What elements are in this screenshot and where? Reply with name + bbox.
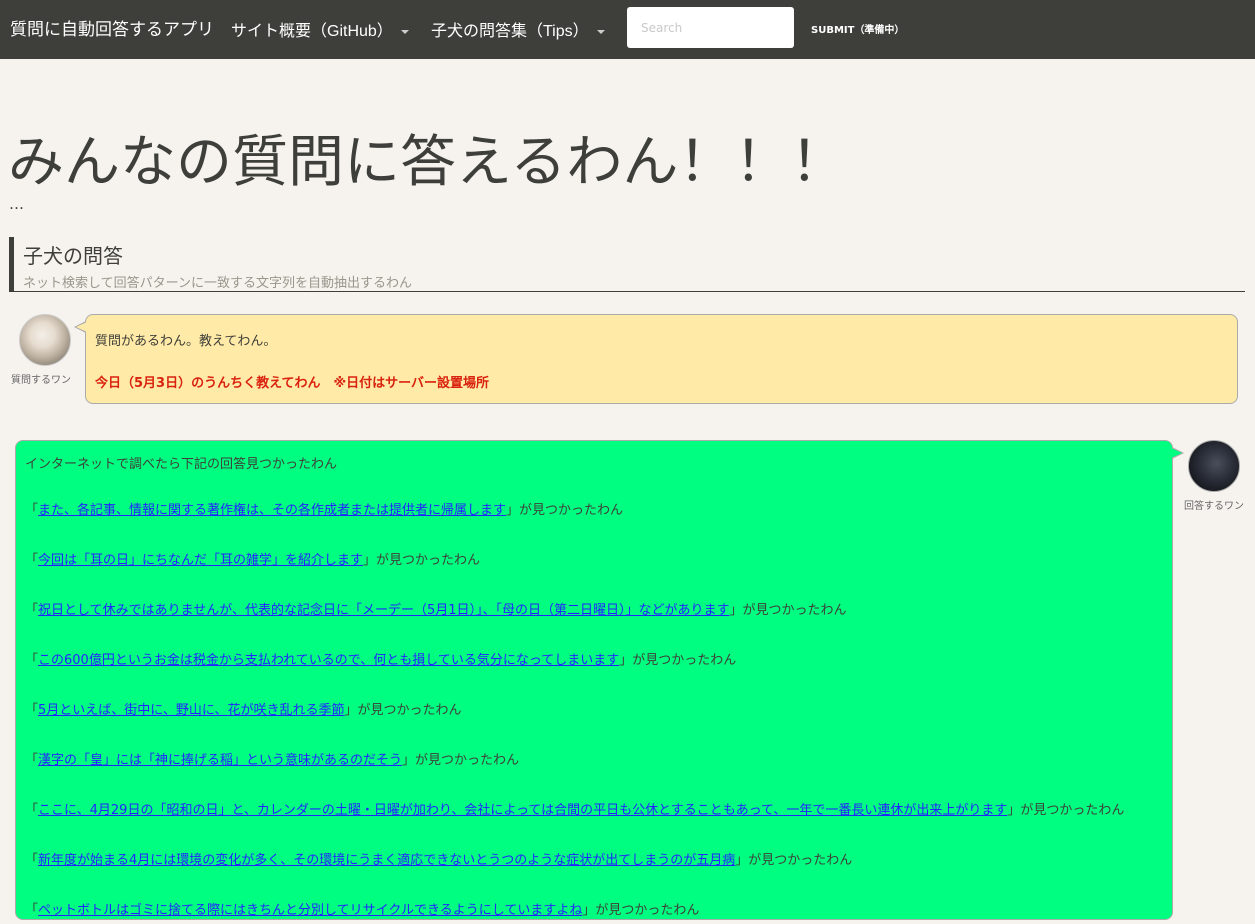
section-subtitle: ネット検索して回答パターンに一致する文字列を自動抽出するわん: [23, 276, 412, 291]
answer-suffix: 」が見つかったわん: [506, 503, 624, 518]
answer-suffix: 」が見つかったわん: [1007, 803, 1125, 818]
top-navbar: 質問に自動回答するアプリ サイト概要（GitHub） 子犬の問答集（Tips） …: [0, 0, 1255, 59]
nav-dropdown-tips[interactable]: 子犬の問答集（Tips）: [431, 17, 605, 41]
open-quote: 「: [25, 903, 39, 918]
answer-item: 「祝日として休みではありませんが、代表的な記念日に「メーデー（5月1日）」、「母…: [25, 598, 1163, 624]
answer-link[interactable]: 祝日として休みではありませんが、代表的な記念日に「メーデー（5月1日）」、「母の…: [38, 603, 730, 618]
question-topic: 今日（5月3日）のうんちく教えてわん ※日付はサーバー設置場所: [95, 376, 489, 391]
answer-link[interactable]: ペットボトルはゴミに捨てる際にはきちんと分別してリサイクルできるようにしています…: [38, 903, 582, 918]
answer-suffix: 」が見つかったわん: [363, 553, 481, 568]
section-title: 子犬の問答: [23, 244, 123, 268]
answer-item: 「新年度が始まる4月には環境の変化が多く、その環境にうまく適応できないとうつのよ…: [25, 848, 1163, 874]
question-bubble: 質問があるわん。教えてわん。 今日（5月3日）のうんちく教えてわん ※日付はサー…: [74, 314, 1238, 404]
answer-bubble: インターネットで調べたら下記の回答見つかったわん 「また、各記事、情報に関する著…: [15, 440, 1184, 920]
answer-item: 「また、各記事、情報に関する著作権は、その各作成者または提供者に帰属します」が見…: [25, 498, 1163, 524]
answer-link[interactable]: 今回は「耳の日」にちなんだ「耳の雑学」を紹介します: [38, 553, 363, 568]
open-quote: 「: [25, 603, 39, 618]
open-quote: 「: [25, 703, 39, 718]
answer-link[interactable]: ここに、4月29日の「昭和の日」と、カレンダーの土曜・日曜が加わり、会社によって…: [38, 803, 1007, 818]
nav-dropdown-site-overview[interactable]: サイト概要（GitHub）: [231, 17, 409, 41]
question-text: 質問があるわん。教えてわん。: [95, 334, 277, 349]
page-title: みんなの質問に答えるわん！！！: [8, 130, 847, 195]
section-header: 子犬の問答 ネット検索して回答パターンに一致する文字列を自動抽出するわん: [9, 237, 1245, 292]
answer-item: 「ペットボトルはゴミに捨てる際にはきちんと分別してリサイクルできるようにしていま…: [25, 898, 1163, 924]
answer-item: 「漢字の「皇」には「神に捧げる稲」という意味があるのだそう」が見つかったわん: [25, 748, 1163, 774]
submit-button[interactable]: SUBMIT（準備中）: [811, 21, 904, 36]
answer-suffix: 」が見つかったわん: [729, 603, 847, 618]
caret-down-icon: [596, 29, 605, 34]
answer-link[interactable]: この600億円というお金は税金から支払われているので、何とも損している気分になっ…: [38, 653, 619, 668]
questioner-label: 質問するワン: [11, 375, 71, 386]
answer-link[interactable]: 新年度が始まる4月には環境の変化が多く、その環境にうまく適応できないとうつのよう…: [38, 853, 735, 868]
answer-item: 「今回は「耳の日」にちなんだ「耳の雑学」を紹介します」が見つかったわん: [25, 548, 1163, 574]
caret-down-icon: [400, 29, 409, 34]
search-input[interactable]: [627, 7, 794, 48]
answer-suffix: 」が見つかったわん: [735, 853, 853, 868]
brand-link[interactable]: 質問に自動回答するアプリ: [10, 15, 214, 40]
answer-suffix: 」が見つかったわん: [402, 753, 520, 768]
answerer-avatar: [1188, 440, 1240, 492]
answer-suffix: 」が見つかったわん: [582, 903, 700, 918]
answer-link[interactable]: 漢字の「皇」には「神に捧げる稲」という意味があるのだそう: [38, 753, 402, 768]
answer-suffix: 」が見つかったわん: [619, 653, 737, 668]
open-quote: 「: [25, 803, 39, 818]
answer-intro: インターネットで調べたら下記の回答見つかったわん: [25, 457, 338, 472]
answer-suffix: 」が見つかったわん: [344, 703, 462, 718]
answer-item: 「この600億円というお金は税金から支払われているので、何とも損している気分にな…: [25, 648, 1163, 674]
answer-list: 「また、各記事、情報に関する著作権は、その各作成者または提供者に帰属します」が見…: [25, 498, 1163, 924]
answer-link[interactable]: 5月といえば、街中に、野山に、花が咲き乱れる季節: [38, 703, 345, 718]
nav-dropdown-label: 子犬の問答集（Tips）: [431, 23, 589, 40]
open-quote: 「: [25, 653, 39, 668]
answer-item: 「5月といえば、街中に、野山に、花が咲き乱れる季節」が見つかったわん: [25, 698, 1163, 724]
open-quote: 「: [25, 553, 39, 568]
open-quote: 「: [25, 853, 39, 868]
nav-dropdown-label: サイト概要（GitHub）: [231, 23, 393, 40]
ellipsis-text: …: [9, 195, 24, 213]
answerer-label: 回答するワン: [1184, 501, 1244, 512]
questioner-avatar: [19, 314, 71, 366]
answer-item: 「ここに、4月29日の「昭和の日」と、カレンダーの土曜・日曜が加わり、会社によっ…: [25, 798, 1163, 824]
open-quote: 「: [25, 503, 39, 518]
answer-link[interactable]: また、各記事、情報に関する著作権は、その各作成者または提供者に帰属します: [38, 503, 506, 518]
open-quote: 「: [25, 753, 39, 768]
